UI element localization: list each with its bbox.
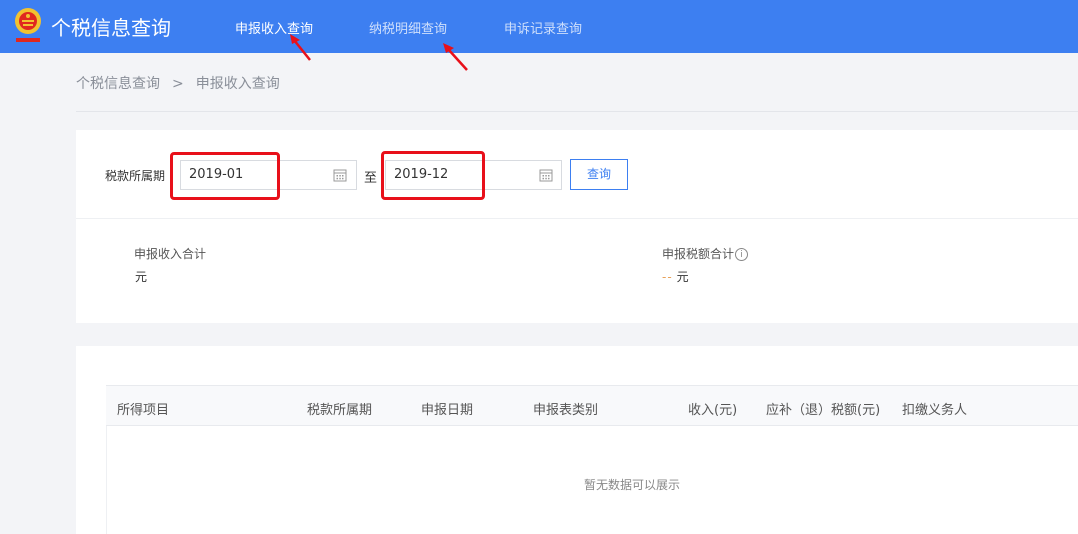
- info-icon[interactable]: i: [735, 248, 749, 261]
- column-header-declare-date: 申报日期: [421, 403, 474, 418]
- breadcrumb-divider: [76, 111, 1078, 112]
- column-header-income-item: 所得项目: [117, 403, 170, 418]
- tax-period-label: 税款所属期: [105, 169, 166, 183]
- table-header: 所得项目 税款所属期 申报日期 申报表类别 收入(元) 应补（退）税额(元) 扣…: [106, 385, 1078, 426]
- start-period-input[interactable]: 2019-01: [180, 160, 357, 190]
- tab-declared-income-query[interactable]: 申报收入查询: [235, 18, 313, 37]
- end-period-value: 2019-12: [394, 167, 449, 182]
- column-header-form-type: 申报表类别: [533, 403, 599, 418]
- top-navigation-bar: 个税信息查询 申报收入查询 纳税明细查询 申诉记录查询: [0, 0, 1078, 53]
- income-total-label: 申报收入合计: [134, 247, 207, 261]
- to-label: 至: [364, 171, 378, 186]
- tax-total-dash: --: [662, 270, 673, 284]
- column-header-tax-period: 税款所属期: [307, 403, 373, 418]
- emblem-icon: [15, 8, 41, 42]
- column-header-income-amount: 收入(元): [688, 403, 738, 418]
- summary-divider: [76, 218, 1078, 219]
- calendar-icon[interactable]: [333, 168, 347, 182]
- query-button[interactable]: 查询: [570, 159, 628, 190]
- tab-tax-payment-details-query[interactable]: 纳税明细查询: [369, 18, 447, 37]
- empty-state-text: 暂无数据可以展示: [584, 478, 681, 492]
- breadcrumb-current: 申报收入查询: [195, 76, 280, 92]
- tax-total-unit: 元: [676, 270, 689, 284]
- calendar-icon[interactable]: [539, 168, 553, 182]
- app-title: 个税信息查询: [51, 16, 171, 40]
- breadcrumb-root[interactable]: 个税信息查询: [76, 76, 160, 92]
- breadcrumb: 个税信息查询 > 申报收入查询: [76, 73, 280, 93]
- column-header-withholding-agent: 扣缴义务人: [902, 403, 968, 418]
- column-header-tax-due-refund: 应补（退）税额(元): [766, 403, 881, 418]
- start-period-value: 2019-01: [189, 167, 244, 182]
- tab-appeal-records-query[interactable]: 申诉记录查询: [504, 18, 582, 37]
- tax-total-value: -- 元: [662, 268, 689, 285]
- tax-total-label: 申报税额合计 i: [662, 245, 749, 262]
- breadcrumb-separator: >: [172, 76, 184, 92]
- income-total-value: 元: [135, 270, 148, 284]
- end-period-input[interactable]: 2019-12: [385, 160, 562, 190]
- tax-total-label-text: 申报税额合计: [662, 247, 735, 261]
